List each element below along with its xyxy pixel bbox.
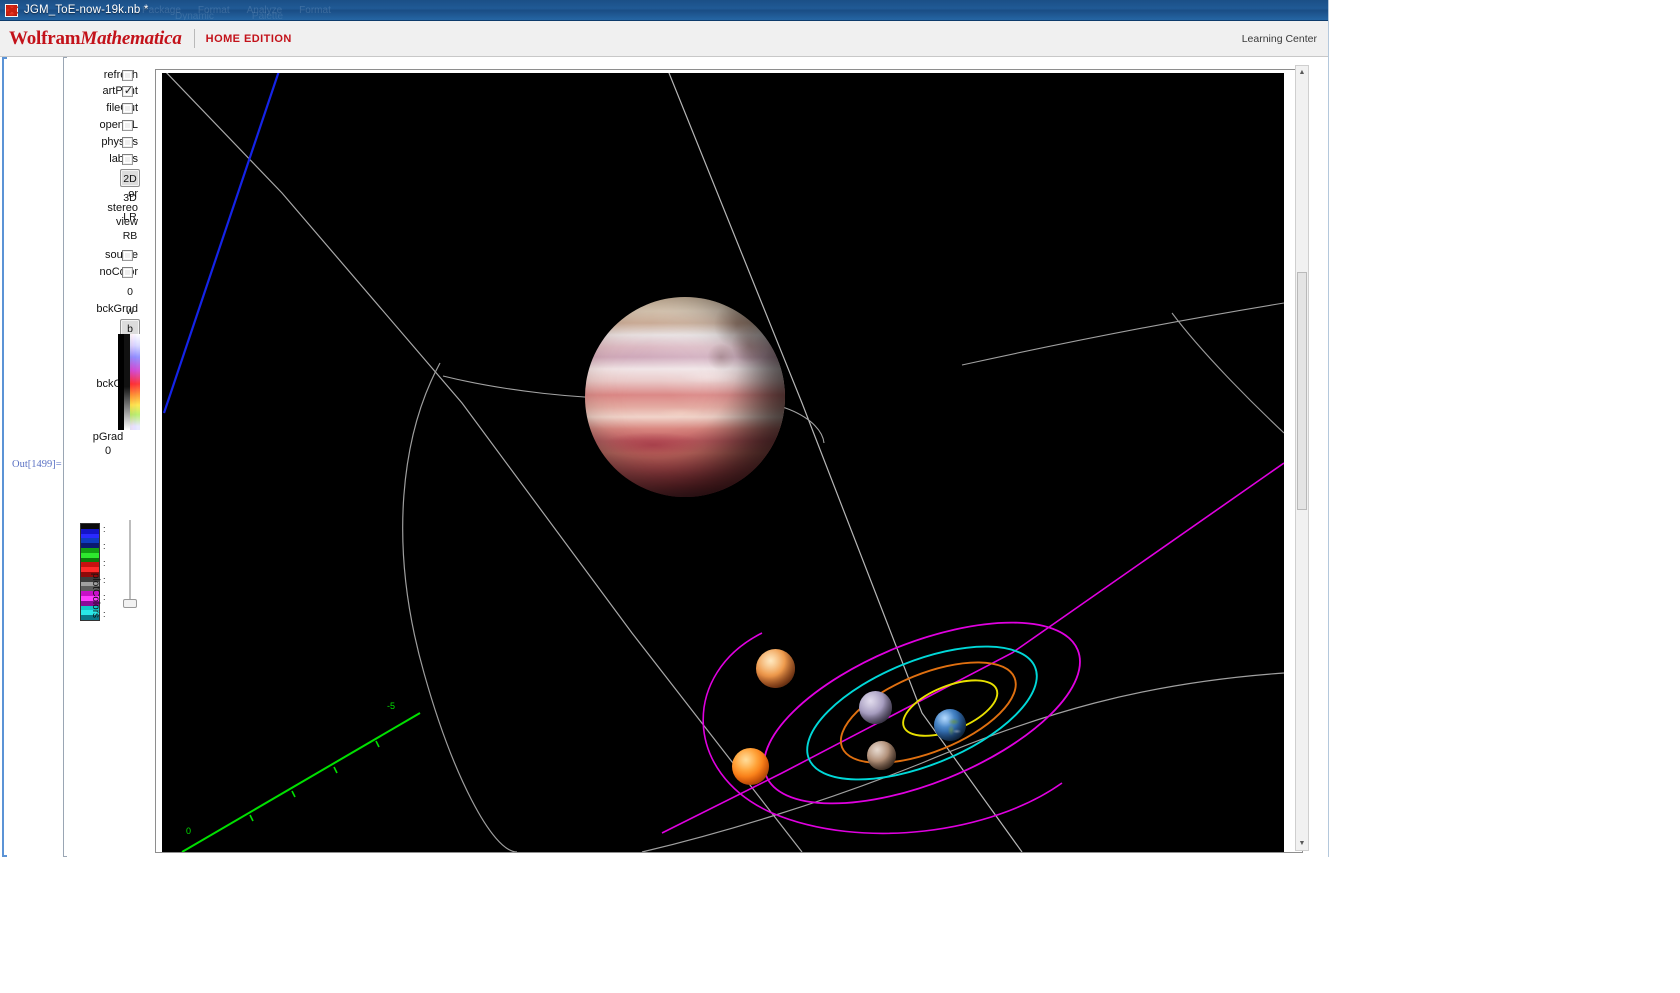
toolbar-divider (193, 29, 195, 48)
graphics-scrollbar[interactable]: ▲ ▼ (1295, 65, 1309, 851)
axis-tick-label-minus5: -5 (387, 701, 396, 711)
palette-tick: : (103, 558, 106, 568)
ghost-menu-item: Analyze (246, 5, 283, 16)
control-panel: refresh artPrint fileOut openCL physics (68, 62, 152, 852)
ghost-menu-item: Palette (251, 10, 284, 21)
palette-tick-marks: : : : : : : (103, 523, 111, 621)
brand-wolfram: Wolfram (9, 28, 81, 49)
checkbox-physics[interactable] (122, 137, 133, 148)
checkbox-source[interactable] (122, 250, 133, 261)
bckgrnd-option-0[interactable]: 0 (120, 282, 140, 300)
background-gradient-strip[interactable] (118, 334, 140, 430)
graphics-canvas[interactable]: -5 0 (162, 73, 1284, 852)
jupiter-shading (585, 297, 785, 497)
ghost-menu-row-1: Package Format Analyze Format (142, 0, 482, 20)
cell-bracket-outer[interactable] (2, 57, 7, 857)
dim-option-lr[interactable]: LR (120, 207, 140, 225)
orange-orbit (839, 661, 1017, 764)
checkbox-opencl[interactable] (122, 120, 133, 131)
bckgrnd-option-w[interactable]: w (120, 301, 140, 319)
scrollbar-up-arrow[interactable]: ▲ (1296, 66, 1308, 79)
ghost-menu-row-2: Dynamic Palette (175, 11, 475, 21)
ghost-menu-item: Dynamic (175, 10, 214, 21)
pgrad-value: 0 (104, 445, 112, 457)
wolfram-logo: WolframMathematica (9, 29, 182, 48)
planet-jupiter[interactable] (585, 297, 785, 497)
ghost-menu-item: Format (299, 5, 331, 16)
scrollbar-thumb[interactable] (1297, 272, 1307, 510)
pgrad-label: pGrad (92, 431, 124, 443)
dim-option-2d[interactable]: 2D (120, 169, 140, 187)
output-cell-label: Out[1499]= (12, 459, 62, 470)
palette-slider-thumb[interactable] (123, 599, 137, 608)
palette-slider-track[interactable] (129, 520, 131, 602)
palette-tick: : (103, 609, 106, 619)
gray-trajectory-6 (961, 302, 1284, 366)
moon-io[interactable] (756, 649, 795, 688)
plotcolors-vertical-label: plotColors (90, 573, 101, 619)
moon-earth[interactable] (934, 709, 966, 741)
window-title: JGM_ToE-now-19k.nb * (24, 4, 149, 16)
moon-ganymede[interactable] (859, 691, 892, 724)
blue-line (162, 73, 280, 414)
green-axis-ticks (249, 740, 380, 822)
cell-bracket-inner[interactable] (63, 57, 67, 857)
brand-mathematica: Mathematica (80, 28, 182, 49)
screen-root: JGM_ToE-now-19k.nb * Package Format Anal… (0, 0, 1680, 993)
checkbox-artprint[interactable] (122, 84, 134, 98)
learning-center-link[interactable]: Learning Center (1242, 33, 1317, 45)
window-title-bar[interactable]: JGM_ToE-now-19k.nb * Package Format Anal… (0, 0, 1328, 21)
palette-tick: : (103, 575, 106, 585)
dim-option-rb[interactable]: RB (120, 226, 140, 244)
gray-trajectory-3 (402, 362, 518, 852)
ghost-menu-item: Format (197, 5, 230, 16)
checkbox-fileout[interactable] (122, 103, 133, 114)
wolfram-toolbar: WolframMathematica HOME EDITION Learning… (0, 21, 1328, 57)
palette-tick: : (103, 541, 106, 551)
gradient-spectrum-band (130, 334, 140, 430)
gray-trajectory-7 (1171, 312, 1284, 434)
mathematica-window: JGM_ToE-now-19k.nb * Package Format Anal… (0, 0, 1329, 857)
dim-option-3d[interactable]: 3D (120, 188, 140, 206)
scrollbar-down-arrow[interactable]: ▼ (1296, 837, 1308, 850)
checkbox-labels[interactable] (122, 154, 133, 165)
palette-tick: : (103, 592, 106, 602)
green-axis-line (181, 712, 421, 852)
moon-callisto[interactable] (867, 741, 896, 770)
body-sun[interactable] (732, 748, 769, 785)
mathematica-spikey-icon (5, 3, 18, 17)
axis-tick-label-zero: 0 (186, 826, 192, 836)
palette-tick: : (103, 524, 106, 534)
checkbox-refresh[interactable] (122, 70, 133, 81)
edition-label: HOME EDITION (205, 32, 292, 45)
checkbox-nocolor[interactable] (122, 267, 133, 278)
